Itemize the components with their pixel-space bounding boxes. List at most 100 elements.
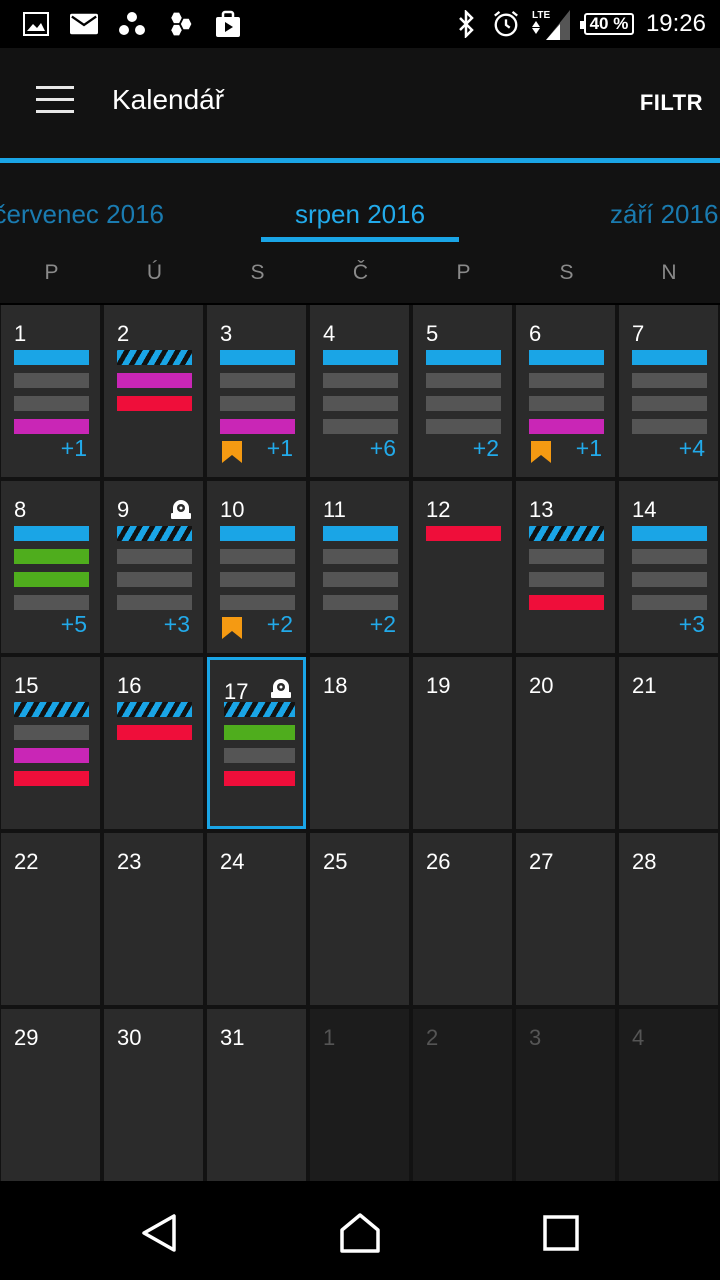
event-bar-gray — [632, 595, 707, 610]
more-events-count: +1 — [575, 435, 602, 461]
tab-next-month[interactable]: září 2016 — [610, 199, 718, 230]
day-number: 4 — [632, 1025, 645, 1050]
back-button[interactable] — [138, 1212, 180, 1254]
day-number: 7 — [632, 321, 645, 346]
event-bar-blue — [220, 350, 295, 365]
event-bar-gray — [632, 572, 707, 587]
image-icon — [22, 10, 50, 38]
day-cell[interactable]: 14 +3 — [619, 481, 718, 653]
day-cell[interactable]: 6 +1 — [516, 305, 615, 477]
day-cell[interactable]: 30 — [104, 1009, 203, 1181]
event-bar-magenta — [14, 748, 89, 763]
day-cell[interactable]: 25 — [310, 833, 409, 1005]
event-bar-gray — [529, 396, 604, 411]
day-number: 22 — [14, 849, 39, 874]
day-cell[interactable]: 20 — [516, 657, 615, 829]
app-bar: Kalendář FILTR — [0, 48, 720, 158]
day-number: 30 — [117, 1025, 142, 1050]
event-bar-striped — [14, 702, 89, 717]
day-cell[interactable]: 26 — [413, 833, 512, 1005]
day-cell[interactable]: 21 — [619, 657, 718, 829]
home-button[interactable] — [339, 1212, 381, 1254]
lte-signal-icon: LTE — [531, 10, 572, 40]
day-cell[interactable]: 3 — [516, 1009, 615, 1181]
event-bar-gray — [323, 419, 398, 434]
day-cell-today[interactable]: 17 — [207, 657, 306, 829]
battery-icon: 40 % — [579, 13, 634, 35]
day-number: 11 — [323, 497, 346, 522]
day-cell[interactable]: 18 — [310, 657, 409, 829]
event-bar-gray — [14, 725, 89, 740]
day-cell[interactable]: 27 — [516, 833, 615, 1005]
day-cell[interactable]: 12 — [413, 481, 512, 653]
event-bar-gray — [632, 396, 707, 411]
event-bar-gray — [220, 572, 295, 587]
event-bar-magenta — [14, 419, 89, 434]
day-number: 24 — [220, 849, 245, 874]
day-number: 25 — [323, 849, 348, 874]
more-events-count: +6 — [369, 435, 396, 461]
day-cell[interactable]: 4 +6 — [310, 305, 409, 477]
clock: 19:26 — [645, 10, 706, 37]
event-bar-gray — [529, 373, 604, 388]
day-cell[interactable]: 5 +2 — [413, 305, 512, 477]
event-bar-gray — [426, 419, 501, 434]
day-cell[interactable]: 16 — [104, 657, 203, 829]
day-cell[interactable]: 7 +4 — [619, 305, 718, 477]
more-events-count: +1 — [266, 435, 293, 461]
event-bar-magenta — [220, 419, 295, 434]
day-number: 16 — [117, 673, 142, 698]
event-bar-red — [426, 526, 501, 541]
day-cell[interactable]: 13 — [516, 481, 615, 653]
day-cell[interactable]: 24 — [207, 833, 306, 1005]
day-cell[interactable]: 22 — [1, 833, 100, 1005]
day-number: 18 — [323, 673, 348, 698]
day-cell[interactable]: 1 +1 — [1, 305, 100, 477]
event-bar-gray — [632, 549, 707, 564]
store-icon — [214, 10, 242, 38]
weekday-label: Ú — [146, 261, 163, 284]
day-cell[interactable]: 3 +1 — [207, 305, 306, 477]
day-number: 27 — [529, 849, 554, 874]
event-bar-gray — [323, 549, 398, 564]
event-bar-magenta — [529, 419, 604, 434]
day-number: 4 — [323, 321, 336, 346]
day-cell[interactable]: 19 — [413, 657, 512, 829]
svg-text:LTE: LTE — [532, 10, 550, 21]
day-cell[interactable]: 11 +2 — [310, 481, 409, 653]
day-cell[interactable]: 9 +3 — [104, 481, 203, 653]
event-bar-gray — [323, 396, 398, 411]
day-number: 2 — [117, 321, 130, 346]
reminder-icon — [171, 500, 191, 519]
day-cell[interactable]: 31 — [207, 1009, 306, 1181]
mail-icon — [70, 10, 98, 38]
weekday-label: N — [661, 261, 677, 284]
day-cell[interactable]: 4 — [619, 1009, 718, 1181]
day-cell[interactable]: 8 +5 — [1, 481, 100, 653]
event-bar-gray — [117, 549, 192, 564]
day-cell[interactable]: 29 — [1, 1009, 100, 1181]
day-cell[interactable]: 2 — [413, 1009, 512, 1181]
weekday-label: Č — [352, 261, 369, 284]
day-cell[interactable]: 10 +2 — [207, 481, 306, 653]
event-bar-blue — [14, 350, 89, 365]
day-cell[interactable]: 2 — [104, 305, 203, 477]
more-events-count: +3 — [678, 611, 705, 637]
day-number: 15 — [14, 673, 39, 698]
more-events-count: +2 — [472, 435, 499, 461]
day-cell[interactable]: 23 — [104, 833, 203, 1005]
recents-button[interactable] — [540, 1212, 582, 1254]
event-bar-gray — [323, 373, 398, 388]
hamburger-line — [36, 110, 74, 113]
day-cell[interactable]: 28 — [619, 833, 718, 1005]
event-bar-gray — [220, 549, 295, 564]
event-bar-gray — [220, 396, 295, 411]
menu-button[interactable] — [36, 86, 76, 118]
hamburger-line — [36, 98, 74, 101]
event-bar-green — [224, 725, 295, 740]
day-cell[interactable]: 1 — [310, 1009, 409, 1181]
event-bar-red — [529, 595, 604, 610]
day-cell[interactable]: 15 — [1, 657, 100, 829]
filter-button[interactable]: FILTR — [640, 90, 703, 116]
day-number: 20 — [529, 673, 554, 698]
